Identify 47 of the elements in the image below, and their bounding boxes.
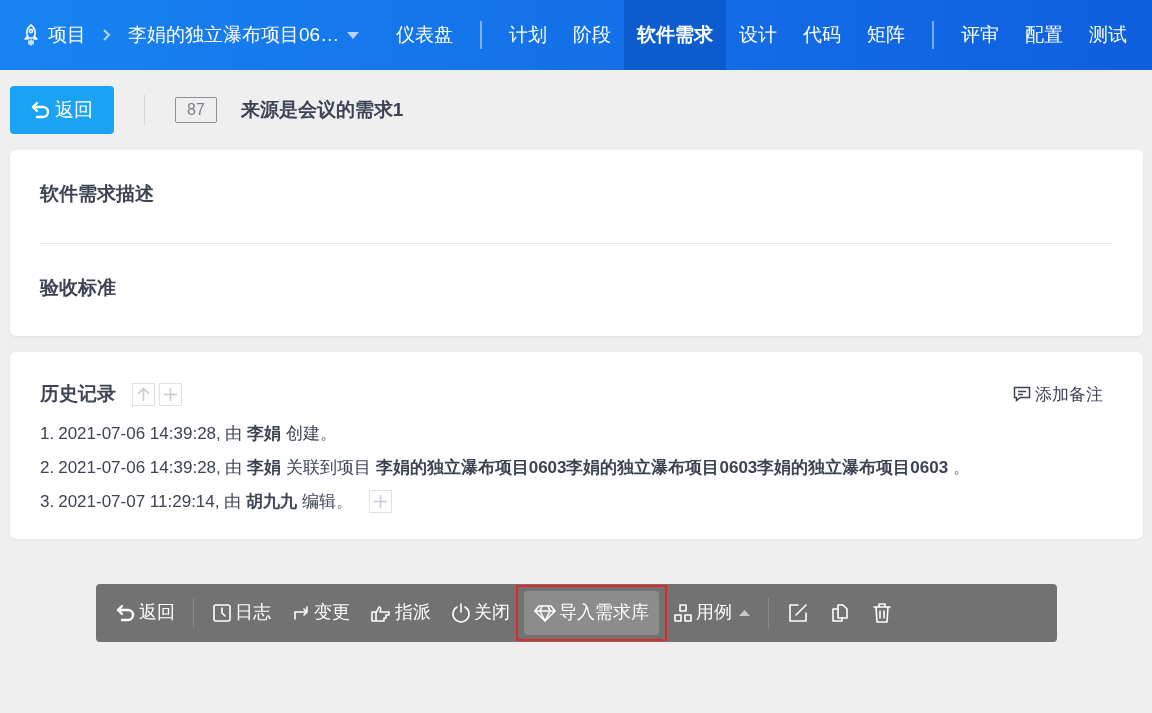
grid-blocks-icon: [672, 602, 693, 623]
undo-icon: [115, 603, 136, 622]
nav-tab[interactable]: 计划: [496, 0, 561, 70]
back-button[interactable]: 返回: [105, 590, 185, 635]
nav-tab[interactable]: 软件需求: [624, 0, 727, 70]
page-title: 来源是会议的需求1: [240, 97, 404, 122]
entry-number: 3.: [40, 490, 55, 513]
history-entry: 2021-07-07 11:29:14, 由 胡九九 编辑。: [58, 490, 353, 513]
project-selector[interactable]: 李娟的独立瀑布项目06…: [128, 20, 340, 50]
nav-tab[interactable]: 代码: [790, 0, 855, 70]
nav-tab[interactable]: 矩阵: [854, 0, 919, 70]
entry-number: 1.: [40, 422, 55, 445]
nav-tab[interactable]: 仪表盘: [383, 0, 467, 70]
assign-button[interactable]: 指派: [359, 590, 441, 635]
caret-down-icon: [347, 31, 360, 39]
change-button[interactable]: 变更: [280, 590, 360, 635]
add-note-link[interactable]: 添加备注: [1013, 381, 1103, 407]
trash-icon: [870, 601, 893, 624]
back-button[interactable]: 返回: [10, 86, 114, 134]
use-case-button[interactable]: 用例: [662, 590, 760, 635]
nav-tab[interactable]: 设计: [726, 0, 791, 70]
section-heading: 验收标准: [40, 275, 117, 300]
chevron-right-icon: [102, 28, 112, 42]
nav-tab[interactable]: 阶段: [560, 0, 625, 70]
history-entry: 2021-07-06 14:39:28, 由 李娟 创建。: [58, 422, 337, 445]
log-button[interactable]: 日志: [201, 590, 281, 635]
section-heading: 历史记录: [40, 382, 116, 406]
breadcrumb-link[interactable]: 项目: [48, 20, 86, 50]
plus-icon: [163, 386, 178, 402]
nav-tab[interactable]: 测试: [1076, 0, 1141, 70]
edit-icon: [786, 601, 809, 624]
nav-tab[interactable]: 配置: [1012, 0, 1077, 70]
section-heading: 软件需求描述: [40, 182, 155, 206]
id-tag: 87: [175, 97, 217, 123]
arrow-up-icon: [137, 386, 150, 402]
plus-icon: [372, 494, 388, 509]
import-button[interactable]: 导入需求库: [523, 590, 659, 635]
undo-icon: [31, 101, 51, 119]
diamond-icon: [533, 602, 556, 623]
nav-tab[interactable]: 评审: [948, 0, 1013, 70]
close-button[interactable]: 关闭: [440, 590, 520, 635]
clock-icon: [211, 602, 232, 623]
power-icon: [450, 602, 471, 623]
history-entry: 2021-07-06 14:39:28, 由 李娟 关联到项目 李娟的独立瀑布项目0603李娟的独立瀑布项目0603李娟的独立瀑布项目0603 。: [58, 456, 970, 479]
rocket-icon: [22, 24, 40, 46]
entry-number: 2.: [40, 456, 55, 479]
comment-icon: [1013, 386, 1031, 403]
